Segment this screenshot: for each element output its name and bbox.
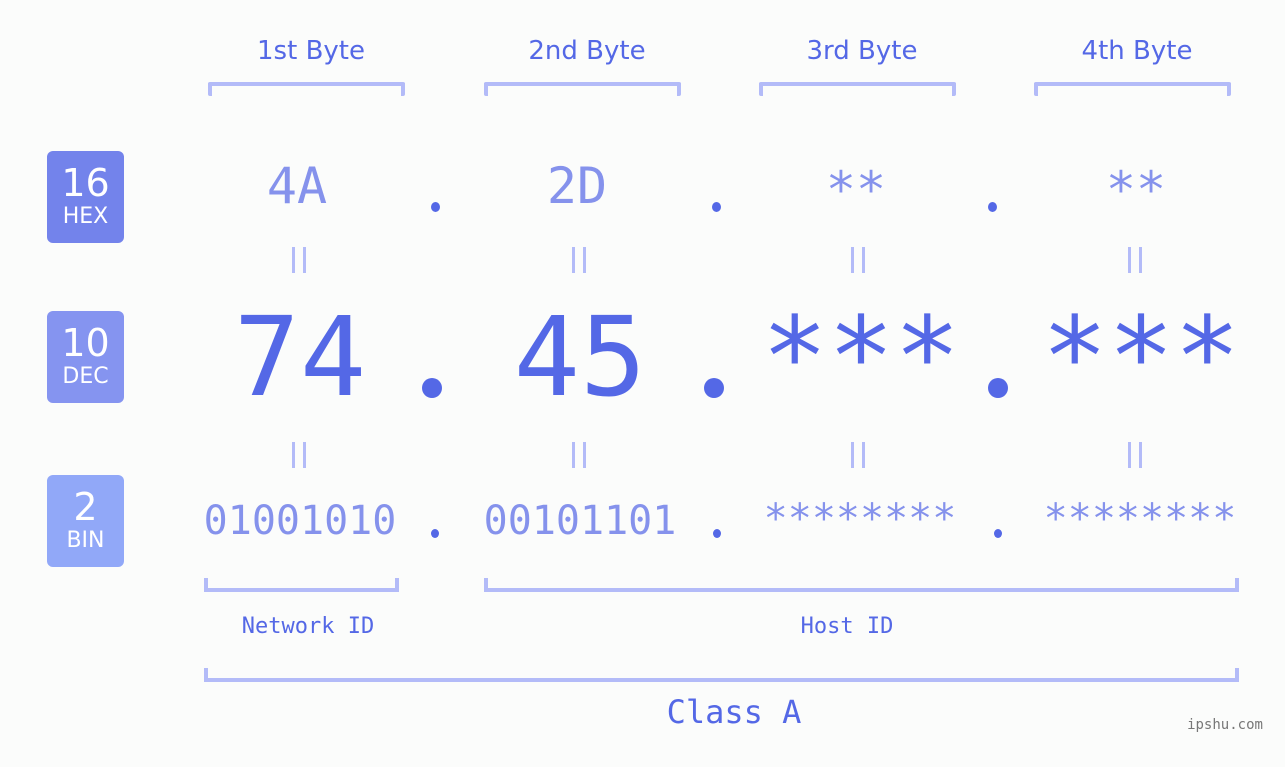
- network-id-label: Network ID: [241, 614, 375, 639]
- class-bracket: [204, 668, 1239, 682]
- equals-icon: [572, 442, 586, 468]
- dec-separator-dot: [422, 378, 442, 398]
- dec-badge-unit: DEC: [62, 364, 109, 389]
- byte-bracket-4: [1034, 82, 1231, 96]
- hex-value-3: **: [825, 161, 887, 219]
- equals-icon: [292, 247, 306, 273]
- hex-separator-dot: [988, 202, 997, 212]
- equals-icon: [1128, 442, 1142, 468]
- equals-icon: [572, 247, 586, 273]
- dec-value-2: 45: [513, 293, 647, 421]
- bin-badge-number: 2: [73, 485, 98, 529]
- byte-bracket-1: [208, 82, 405, 96]
- equals-icon: [851, 442, 865, 468]
- network-id-bracket: [204, 578, 399, 592]
- watermark: ipshu.com: [1187, 717, 1263, 733]
- dec-badge: 10 DEC: [47, 311, 124, 403]
- byte-header-2: 2nd Byte: [528, 36, 646, 66]
- bin-value-2: 00101101: [483, 498, 677, 544]
- dec-value-1: 74: [233, 293, 367, 421]
- equals-icon: [851, 247, 865, 273]
- dec-badge-number: 10: [61, 321, 110, 365]
- hex-separator-dot: [431, 202, 440, 212]
- byte-header-1: 1st Byte: [257, 36, 365, 66]
- bin-value-3: ********: [763, 496, 957, 542]
- bin-separator-dot: [431, 529, 439, 538]
- hex-value-2: 2D: [546, 157, 608, 215]
- bin-badge: 2 BIN: [47, 475, 124, 567]
- bin-value-4: ********: [1043, 496, 1237, 542]
- host-id-bracket: [484, 578, 1239, 592]
- hex-value-1: 4A: [266, 157, 328, 215]
- dec-separator-dot: [704, 378, 724, 398]
- dec-separator-dot: [988, 378, 1008, 398]
- byte-bracket-2: [484, 82, 681, 96]
- host-id-label: Host ID: [800, 614, 894, 639]
- bin-separator-dot: [713, 529, 721, 538]
- hex-separator-dot: [712, 202, 721, 212]
- bin-separator-dot: [994, 529, 1002, 538]
- equals-icon: [1128, 247, 1142, 273]
- class-label: Class A: [666, 693, 802, 731]
- bin-badge-unit: BIN: [66, 528, 105, 553]
- hex-badge: 16 HEX: [47, 151, 124, 243]
- equals-icon: [292, 442, 306, 468]
- bin-value-1: 01001010: [203, 498, 397, 544]
- dec-value-3: ***: [761, 293, 961, 421]
- dec-value-4: ***: [1041, 293, 1241, 421]
- byte-header-4: 4th Byte: [1081, 36, 1193, 66]
- byte-header-3: 3rd Byte: [806, 36, 918, 66]
- hex-badge-unit: HEX: [62, 204, 109, 229]
- hex-badge-number: 16: [61, 161, 110, 205]
- byte-bracket-3: [759, 82, 956, 96]
- hex-value-4: **: [1105, 161, 1167, 219]
